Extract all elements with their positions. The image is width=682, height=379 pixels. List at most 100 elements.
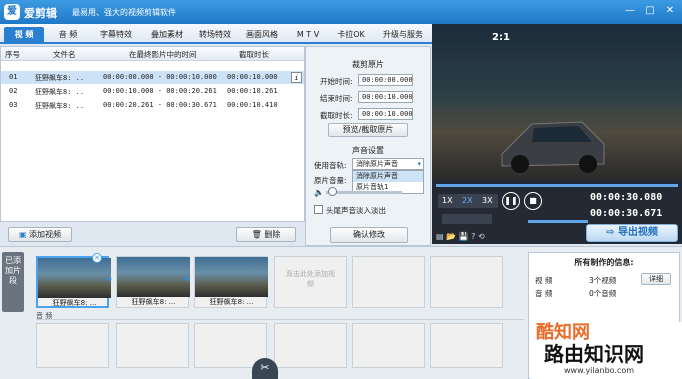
speed-3x[interactable]: 3X: [482, 196, 493, 205]
video-preview[interactable]: 2:1: [432, 24, 682, 180]
info-video-value: 3个视频: [589, 276, 617, 285]
row-filename: 狂野飙车8: ..: [35, 88, 85, 96]
row-span: 00:00:00.000 - 00:00:10.000: [103, 73, 217, 81]
watermark-url: www.yilanbo.com: [564, 366, 635, 375]
end-time-input[interactable]: 00:00:10.000: [358, 91, 413, 103]
confirm-button[interactable]: 确认修改: [330, 227, 408, 243]
speed-1x[interactable]: 1X: [442, 196, 453, 205]
track-select-value: 消除原片声音: [356, 160, 398, 168]
clip-thumbnail: [38, 258, 111, 298]
folder-icon[interactable]: 📂: [446, 232, 459, 241]
add-icon: ▣: [18, 230, 30, 239]
info-audio-value: 0个音频: [589, 289, 617, 298]
save-icon[interactable]: 💾: [459, 232, 472, 241]
empty-slot[interactable]: [430, 256, 503, 308]
maximize-icon[interactable]: □: [642, 3, 658, 19]
delete-label: 删除: [264, 230, 281, 239]
info-icon[interactable]: i: [291, 72, 302, 83]
tab-mtv[interactable]: M T V: [288, 27, 328, 42]
player-volume-slider[interactable]: [528, 220, 588, 223]
start-time-label: 开始时间:: [320, 77, 353, 86]
export-video-button[interactable]: ⇨ 导出视频: [586, 224, 678, 242]
audio-section-title: 声音设置: [352, 146, 384, 155]
tab-transition[interactable]: 转场特效: [192, 27, 238, 42]
race-car-icon: [501, 121, 605, 173]
speed-2x[interactable]: 2X: [462, 196, 473, 205]
arrow-right-icon: ➜: [182, 274, 191, 285]
fade-checkbox[interactable]: [314, 205, 323, 214]
tab-style[interactable]: 画面风格: [240, 27, 284, 42]
delete-button[interactable]: 🗑 删除: [236, 227, 296, 242]
minimize-icon[interactable]: —: [622, 3, 638, 19]
snapshot-icon[interactable]: ▤: [436, 232, 446, 241]
trash-icon: 🗑: [251, 230, 265, 239]
title-bar: 爱 爱剪辑 最易用、强大的视频剪辑软件 — □ ✕: [0, 0, 682, 24]
audio-slot[interactable]: [274, 323, 347, 368]
export-icon: ⇨: [606, 227, 618, 238]
details-button[interactable]: 详细: [641, 273, 671, 285]
timeline-clip[interactable]: 狂野飙车8: ...: [116, 256, 190, 308]
row-index: 03: [9, 101, 18, 109]
tab-karaoke[interactable]: 卡拉OK: [330, 27, 372, 42]
export-label: 导出视频: [617, 227, 658, 238]
audio-slot[interactable]: [116, 323, 189, 368]
end-time-label: 结束时间:: [320, 94, 353, 103]
watermark: 酷知网 路由知识网 www.yilanbo.com: [530, 322, 682, 379]
clip-list-header: 序号 文件名 在最终影片中的时间 截取时长: [1, 47, 304, 61]
empty-slot-hint: 双击此处添加视频: [286, 270, 335, 288]
remove-clip-icon[interactable]: ✕: [92, 253, 102, 263]
clip-settings-panel: 裁剪原片 开始时间: 00:00:00.000 结束时间: 00:00:10.0…: [305, 46, 431, 246]
info-video-key: 视 频: [535, 276, 553, 285]
cut-section-title: 裁剪原片: [352, 60, 384, 69]
track-option[interactable]: 消除原片声音: [353, 171, 423, 182]
scissors-icon[interactable]: ✂: [252, 358, 278, 379]
tab-audio[interactable]: 音 频: [50, 27, 86, 42]
close-icon[interactable]: ✕: [662, 3, 678, 19]
col-index: 序号: [5, 50, 20, 59]
audio-slot[interactable]: [352, 323, 425, 368]
frame-step-control[interactable]: [442, 214, 492, 224]
empty-slot[interactable]: 双击此处添加视频: [274, 256, 347, 308]
clip-thumbnail: [195, 257, 268, 297]
toolbar-icons: ▤ 📂 💾 ? ⟲: [436, 232, 485, 241]
duration-input[interactable]: 00:00:10.000: [358, 108, 413, 120]
help-icon[interactable]: ?: [471, 232, 478, 241]
tab-upgrade[interactable]: 升级与服务: [376, 27, 430, 42]
audio-slot[interactable]: [430, 323, 503, 368]
timeline-clip[interactable]: 狂野飙车8: ...: [194, 256, 268, 308]
clip-caption: 狂野飙车8: ...: [209, 298, 254, 306]
tab-overlay[interactable]: 叠加素材: [144, 27, 190, 42]
duration-label: 截取时长:: [320, 111, 353, 120]
arrow-right-icon: ➜: [104, 274, 113, 285]
stop-icon[interactable]: ■: [524, 192, 542, 210]
col-span: 在最终影片中的时间: [129, 50, 197, 59]
empty-slot[interactable]: [352, 256, 425, 308]
track-select[interactable]: 消除原片声音 ▾: [352, 158, 424, 170]
tab-subtitle[interactable]: 字幕特效: [92, 27, 140, 42]
table-row[interactable]: 03 狂野飙车8: .. 00:00:20.261 - 00:00:30.671…: [1, 99, 304, 112]
share-icon[interactable]: ⟲: [478, 232, 485, 241]
volume-slider[interactable]: [326, 191, 402, 194]
row-duration: 00:00:10.000: [227, 73, 278, 81]
add-video-button[interactable]: ▣ 添加视频: [8, 227, 72, 242]
audio-slot[interactable]: [36, 323, 109, 368]
current-time: 00:00:30.080: [590, 192, 663, 203]
table-row[interactable]: 01 狂野飙车8: .. 00:00:00.000 - 00:00:10.000…: [1, 71, 304, 84]
tab-video[interactable]: 视 频: [4, 27, 44, 42]
added-clips-label: 已添加片段: [2, 252, 24, 312]
info-title: 所有制作的信息:: [574, 258, 634, 267]
start-time-input[interactable]: 00:00:00.000: [358, 74, 413, 86]
row-span: 00:00:20.261 - 00:00:30.671: [103, 101, 217, 109]
app-slogan: 最易用、强大的视频剪辑软件: [72, 8, 176, 17]
volume-handle[interactable]: [328, 187, 337, 196]
player-controls: 1X 2X 3X ❚❚ ■ 00:00:30.080 00:00:30.671 …: [432, 180, 682, 244]
progress-bar[interactable]: [436, 184, 678, 187]
app-title: 爱剪辑: [24, 7, 57, 20]
pause-icon[interactable]: ❚❚: [502, 192, 520, 210]
app-logo: 爱: [4, 4, 20, 20]
table-row[interactable]: 02 狂野飙车8: .. 00:00:10.000 - 00:00:20.261…: [1, 85, 304, 98]
preview-cut-button[interactable]: 预览/截取原片: [328, 123, 408, 137]
clip-list: 序号 文件名 在最终影片中的时间 截取时长 01 狂野飙车8: .. 00:00…: [0, 46, 305, 222]
speaker-icon: 🔈: [314, 188, 324, 197]
timeline-clip[interactable]: 狂野飙车8: ...: [36, 256, 111, 308]
